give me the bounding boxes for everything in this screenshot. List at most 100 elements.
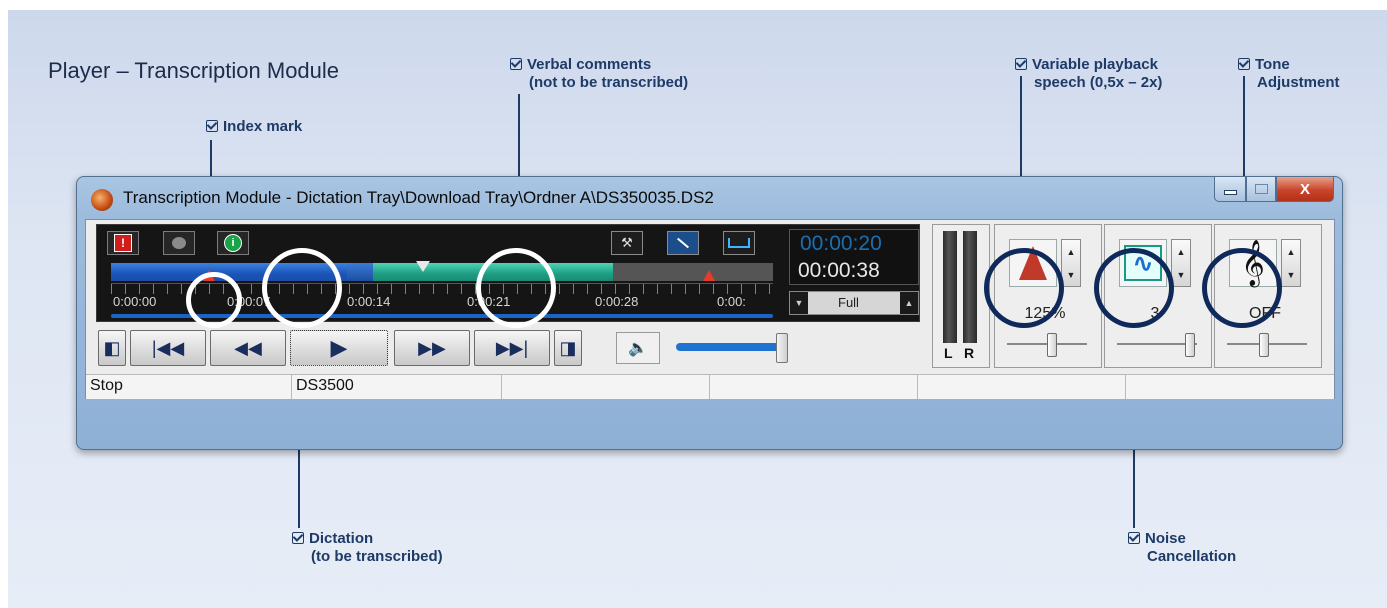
left-channel-bar (943, 231, 957, 343)
zoom-down-button[interactable]: ▼ (790, 292, 808, 314)
status-bar: Stop DS3500 (86, 374, 1334, 399)
overwrite-icon (728, 238, 750, 248)
minimize-button[interactable] (1214, 177, 1246, 202)
tick-label: 0:00:28 (595, 294, 639, 309)
rewind-button[interactable]: ◀◀ (210, 330, 286, 366)
callout-text: Tone (1255, 56, 1290, 73)
callout-text: Cancellation (1147, 548, 1237, 565)
callout-text: Verbal comments (527, 56, 652, 73)
speaker-icon: 🔈 (628, 340, 648, 357)
title-bar[interactable]: Transcription Module - Dictation Tray\Do… (77, 177, 1342, 219)
previous-index-button[interactable]: |◀◀ (130, 330, 206, 366)
skip-end-icon: ◨ (559, 337, 577, 358)
exclamation-icon: ! (114, 234, 132, 252)
app-icon (91, 189, 113, 211)
tick-label: 0:00:14 (347, 294, 391, 309)
spin-down-button[interactable]: ▼ (1282, 263, 1300, 286)
maximize-button[interactable] (1246, 177, 1276, 202)
status-cell (1126, 375, 1334, 399)
tone-spinner[interactable]: ▲ ▼ (1281, 239, 1301, 287)
insert-arrow-icon (676, 237, 690, 249)
minimize-icon (1223, 189, 1237, 195)
highlight-ring (1202, 248, 1282, 328)
go-to-start-button[interactable]: ◧ (98, 330, 126, 366)
checkbox-icon (1238, 58, 1250, 70)
status-state: Stop (86, 375, 292, 399)
speed-spinner[interactable]: ▲ ▼ (1061, 239, 1081, 287)
skip-back-icon: |◀◀ (151, 337, 185, 358)
callout-variable-playback: Variable playback speech (0,5x – 2x) (1015, 56, 1162, 92)
window-title: Transcription Module - Dictation Tray\Do… (123, 188, 714, 207)
speech-bubble-icon (172, 237, 186, 249)
speed-slider-thumb[interactable] (1047, 333, 1057, 357)
status-cell (710, 375, 918, 399)
callout-text: speech (0,5x – 2x) (1034, 74, 1163, 91)
fast-forward-button[interactable]: ▶▶ (394, 330, 470, 366)
spin-up-button[interactable]: ▲ (1172, 240, 1190, 263)
status-cell (502, 375, 710, 399)
callout-noise-cancellation: Noise Cancellation (1128, 530, 1236, 566)
tick-label: 0:00: (717, 294, 746, 309)
info-icon: i (224, 234, 242, 252)
left-channel-label: L (944, 345, 953, 361)
tone-slider-thumb[interactable] (1259, 333, 1269, 357)
noise-slider-thumb[interactable] (1185, 333, 1195, 357)
overwrite-button[interactable] (723, 231, 755, 255)
play-button[interactable]: ▶ (290, 330, 388, 366)
callout-text: Noise (1145, 530, 1186, 547)
info-button[interactable]: i (217, 231, 249, 255)
spin-up-button[interactable]: ▲ (1282, 240, 1300, 263)
status-device: DS3500 (292, 375, 502, 399)
callout-text: Variable playback (1032, 56, 1158, 73)
page-title: Player – Transcription Module (48, 58, 340, 83)
skip-forward-icon: ▶▶| (495, 337, 529, 358)
index-mark-icon[interactable] (703, 270, 715, 281)
highlight-ring (476, 248, 556, 328)
checkbox-icon (1128, 532, 1140, 544)
play-icon: ▶ (330, 335, 348, 360)
go-to-end-button[interactable]: ◨ (554, 330, 582, 366)
volume-slider-thumb[interactable] (776, 333, 788, 363)
tick-label: 0:00:00 (113, 294, 157, 309)
volume-slider[interactable] (676, 343, 780, 351)
total-time: 00:00:38 (798, 259, 880, 282)
checkbox-icon (1015, 58, 1027, 70)
time-display: 00:00:20 00:00:38 (789, 229, 919, 285)
insert-button[interactable] (667, 231, 699, 255)
callout-text: (to be transcribed) (311, 548, 443, 565)
callout-text: Dictation (309, 530, 374, 547)
next-index-button[interactable]: ▶▶| (474, 330, 550, 366)
spin-down-button[interactable]: ▼ (1172, 263, 1190, 286)
empty-segment (613, 263, 773, 281)
current-time: 00:00:20 (800, 232, 882, 255)
status-cell (918, 375, 1126, 399)
checkbox-icon (292, 532, 304, 544)
callout-index-mark: Index mark (206, 118, 302, 136)
callout-text: Adjustment (1257, 74, 1340, 91)
rewind-icon: ◀◀ (234, 337, 262, 358)
callout-tone-adjustment: Tone Adjustment (1238, 56, 1340, 92)
window-controls: X (1214, 177, 1334, 202)
maximize-icon (1254, 184, 1268, 194)
spin-up-button[interactable]: ▲ (1062, 240, 1080, 263)
speaker-button[interactable]: 🔈 (616, 332, 660, 364)
highlight-ring (984, 248, 1064, 328)
comment-button[interactable] (163, 231, 195, 255)
noise-spinner[interactable]: ▲ ▼ (1171, 239, 1191, 287)
wrench-icon: ⚒ (621, 235, 633, 250)
close-button[interactable]: X (1276, 177, 1334, 202)
callout-verbal-comments: Verbal comments (not to be transcribed) (510, 56, 688, 92)
highlight-ring (262, 248, 342, 328)
priority-button[interactable]: ! (107, 231, 139, 255)
fast-forward-icon: ▶▶ (418, 337, 446, 358)
spin-down-button[interactable]: ▼ (1062, 263, 1080, 286)
skip-start-icon: ◧ (103, 337, 121, 358)
zoom-control[interactable]: ▼ Full ▲ (789, 291, 919, 315)
right-channel-label: R (964, 345, 975, 361)
zoom-up-button[interactable]: ▲ (900, 292, 918, 314)
callout-text: (not to be transcribed) (529, 74, 689, 91)
playhead-icon[interactable] (416, 261, 430, 272)
settings-button[interactable]: ⚒ (611, 231, 643, 255)
dictation-segment (347, 263, 373, 281)
right-channel-bar (963, 231, 977, 343)
